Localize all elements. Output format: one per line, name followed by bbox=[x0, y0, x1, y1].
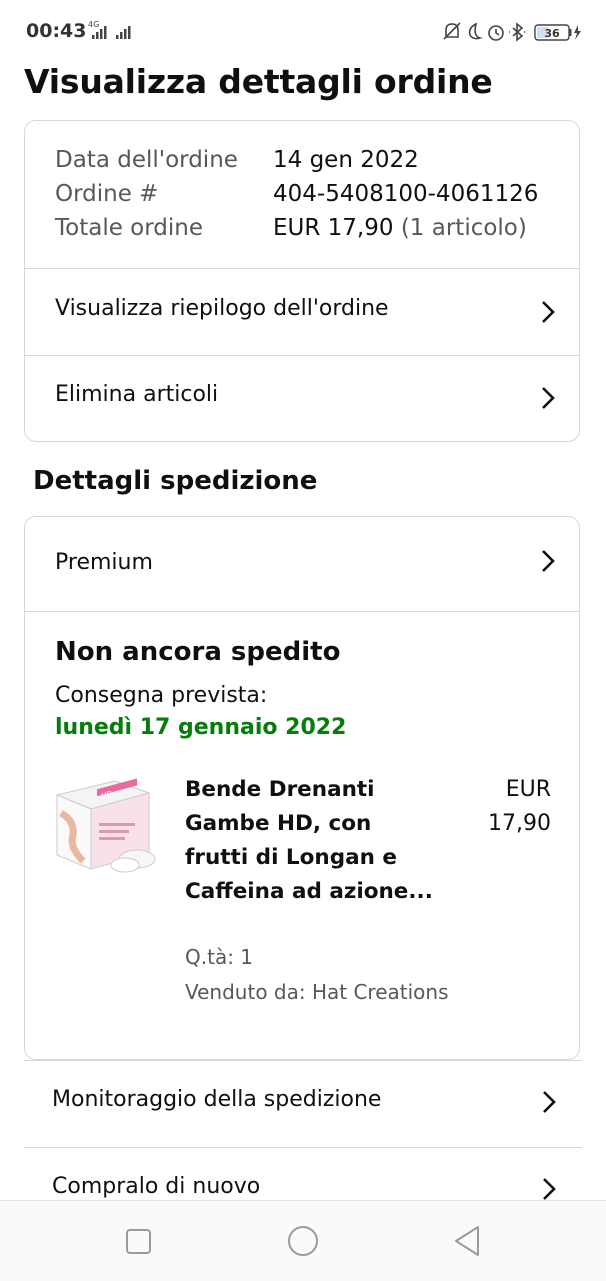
bluetooth-icon bbox=[509, 22, 525, 42]
chevron-right-icon bbox=[543, 1178, 556, 1200]
track-shipment-link[interactable]: Monitoraggio della spedizione bbox=[24, 1061, 582, 1147]
product-price-amount: 17,90 bbox=[488, 811, 551, 836]
recent-apps-button[interactable] bbox=[118, 1223, 158, 1259]
alarm-icon bbox=[488, 25, 504, 41]
buy-again-label: Compralo di nuovo bbox=[52, 1174, 261, 1199]
system-navigation-bar bbox=[0, 1200, 606, 1281]
status-time: 00:43 bbox=[26, 20, 87, 42]
chevron-right-icon bbox=[542, 550, 555, 572]
chevron-right-icon bbox=[543, 1091, 556, 1113]
track-shipment-label: Monitoraggio della spedizione bbox=[52, 1087, 382, 1112]
shipping-type-label: Premium bbox=[55, 550, 153, 575]
order-date-value: 14 gen 2022 bbox=[273, 147, 419, 173]
shipping-type-link[interactable]: Premium bbox=[25, 517, 579, 611]
battery-icon: 36 bbox=[534, 24, 572, 41]
shipment-status: Non ancora spedito bbox=[55, 637, 341, 667]
order-number-label: Ordine # bbox=[55, 181, 159, 207]
order-total-value: EUR 17,90 (1 articolo) bbox=[273, 215, 527, 241]
delete-items-link[interactable]: Elimina articoli bbox=[25, 356, 579, 442]
product-title[interactable]: Bende Drenanti Gambe HD, con frutti di L… bbox=[185, 773, 435, 909]
home-button[interactable] bbox=[283, 1223, 323, 1259]
order-summary-link[interactable]: Visualizza riepilogo dell'ordine bbox=[25, 269, 579, 355]
order-date-label: Data dell'ordine bbox=[55, 147, 238, 173]
product-image[interactable]: HD bbox=[53, 773, 163, 877]
delivery-date: lunedì 17 gennaio 2022 bbox=[55, 715, 347, 740]
back-button[interactable] bbox=[448, 1223, 488, 1259]
product-price-currency: EUR bbox=[505, 777, 551, 802]
divider bbox=[25, 611, 579, 612]
delete-items-label: Elimina articoli bbox=[55, 382, 219, 407]
order-info-card: Data dell'ordine 14 gen 2022 Ordine # 40… bbox=[24, 120, 580, 442]
order-total-label: Totale ordine bbox=[55, 215, 204, 241]
moon-icon bbox=[468, 22, 483, 40]
charging-icon bbox=[574, 25, 581, 40]
shipment-actions: Monitoraggio della spedizione Compralo d… bbox=[24, 1060, 582, 1200]
chevron-right-icon bbox=[542, 387, 555, 409]
battery-level: 36 bbox=[544, 27, 560, 40]
order-summary-label: Visualizza riepilogo dell'ordine bbox=[55, 296, 389, 321]
product-seller: Venduto da: Hat Creations bbox=[185, 980, 449, 1004]
order-total-items: (1 articolo) bbox=[400, 215, 527, 241]
status-bar: 00:43 4G 36 bbox=[0, 0, 606, 62]
delivery-label: Consegna prevista: bbox=[55, 683, 268, 708]
order-total-amount: EUR 17,90 bbox=[273, 215, 394, 241]
product-quantity: Q.tà: 1 bbox=[185, 945, 254, 969]
status-right-icons: 36 bbox=[442, 20, 584, 48]
signal-icon: 4G bbox=[86, 18, 138, 46]
chevron-right-icon bbox=[542, 301, 555, 323]
shipment-card: Premium Non ancora spedito Consegna prev… bbox=[24, 516, 580, 1060]
svg-text:4G: 4G bbox=[88, 20, 99, 29]
page-title: Visualizza dettagli ordine bbox=[24, 62, 493, 101]
mute-bell-icon bbox=[443, 22, 461, 40]
order-number-value: 404-5408100-4061126 bbox=[273, 181, 539, 207]
section-title-shipping: Dettagli spedizione bbox=[33, 466, 318, 496]
